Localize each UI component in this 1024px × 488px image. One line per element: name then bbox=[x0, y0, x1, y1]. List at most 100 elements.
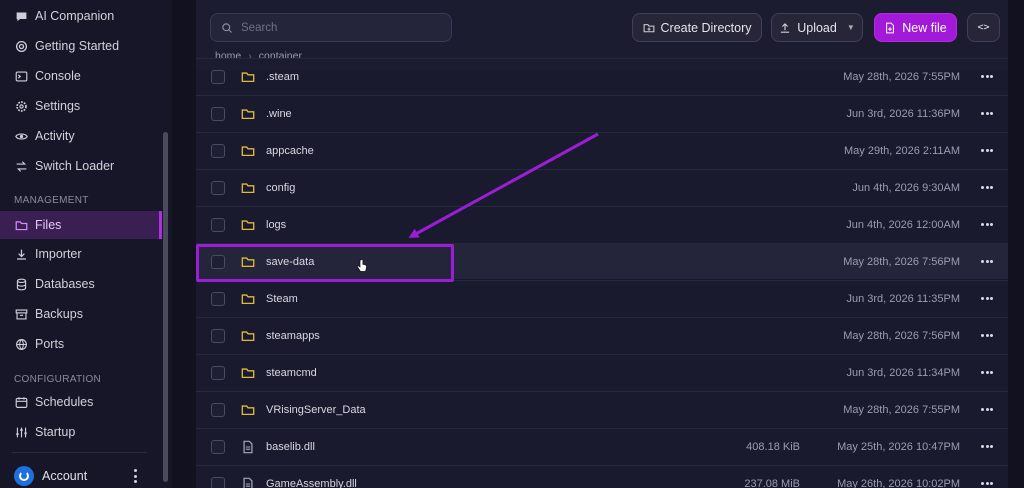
row-checkbox[interactable] bbox=[211, 365, 225, 380]
file-modified-date: May 28th, 2026 7:56PM bbox=[843, 329, 960, 342]
sidebar-item-backups[interactable]: Backups bbox=[0, 300, 162, 328]
folder-icon bbox=[241, 144, 255, 158]
sidebar-item-schedules[interactable]: Schedules bbox=[0, 388, 162, 416]
file-name[interactable]: .steam bbox=[266, 71, 299, 83]
file-modified-date: May 28th, 2026 7:55PM bbox=[843, 403, 960, 416]
table-row[interactable]: .wine Jun 3rd, 2026 11:36PM bbox=[196, 95, 1008, 131]
row-checkbox[interactable] bbox=[211, 254, 225, 269]
row-checkbox[interactable] bbox=[211, 402, 225, 417]
file-name[interactable]: save-data bbox=[266, 256, 314, 268]
row-checkbox[interactable] bbox=[211, 476, 225, 488]
file-name[interactable]: config bbox=[266, 182, 295, 194]
more-options-icon[interactable] bbox=[981, 481, 993, 487]
folder-icon bbox=[241, 107, 255, 121]
create-directory-button[interactable]: Create Directory bbox=[632, 13, 762, 42]
sidebar-item-importer[interactable]: Importer bbox=[0, 240, 162, 268]
more-options-icon[interactable] bbox=[981, 333, 993, 339]
more-options-icon[interactable] bbox=[981, 444, 993, 450]
more-options-icon[interactable] bbox=[981, 296, 993, 302]
table-row[interactable]: VRisingServer_Data May 28th, 2026 7:55PM bbox=[196, 391, 1008, 427]
upload-button[interactable]: Upload ▼ bbox=[771, 13, 863, 42]
more-options-icon[interactable] bbox=[981, 222, 993, 228]
sidebar-item-label: AI Companion bbox=[35, 9, 115, 23]
file-name[interactable]: steamapps bbox=[266, 330, 320, 342]
file-modified-date: May 26th, 2026 10:02PM bbox=[837, 477, 960, 488]
search-icon bbox=[222, 22, 232, 33]
file-name[interactable]: baselib.dll bbox=[266, 441, 315, 453]
table-row[interactable]: appcache May 29th, 2026 2:11AM bbox=[196, 132, 1008, 168]
file-modified-date: May 28th, 2026 7:56PM bbox=[843, 255, 960, 268]
table-row[interactable]: config Jun 4th, 2026 9:30AM bbox=[196, 169, 1008, 205]
row-checkbox[interactable] bbox=[211, 106, 225, 121]
sidebar-item-startup[interactable]: Startup bbox=[0, 418, 162, 446]
calendar-icon bbox=[14, 395, 28, 409]
folder-icon bbox=[241, 255, 255, 269]
sidebar-item-activity[interactable]: Activity bbox=[0, 122, 162, 150]
file-name[interactable]: logs bbox=[266, 219, 286, 231]
section-management: MANAGEMENT bbox=[14, 195, 89, 206]
row-checkbox[interactable] bbox=[211, 439, 225, 454]
table-row[interactable]: logs Jun 4th, 2026 12:00AM bbox=[196, 206, 1008, 242]
folder-icon bbox=[241, 366, 255, 380]
row-checkbox[interactable] bbox=[211, 69, 225, 84]
file-modified-date: May 25th, 2026 10:47PM bbox=[837, 440, 960, 453]
file-name[interactable]: Steam bbox=[266, 293, 298, 305]
row-checkbox[interactable] bbox=[211, 217, 225, 232]
file-name[interactable]: VRisingServer_Data bbox=[266, 404, 366, 416]
sidebar-item-ports[interactable]: Ports bbox=[0, 330, 162, 358]
file-name[interactable]: steamcmd bbox=[266, 367, 317, 379]
database-icon bbox=[14, 277, 28, 291]
sidebar-item-files[interactable]: Files bbox=[0, 211, 162, 239]
file-name[interactable]: GameAssembly.dll bbox=[266, 478, 357, 488]
more-options-icon[interactable] bbox=[981, 370, 993, 376]
folder-icon bbox=[14, 218, 28, 232]
sidebar-item-label: Startup bbox=[35, 425, 76, 439]
folder-icon bbox=[241, 70, 255, 84]
sidebar-item-settings[interactable]: Settings bbox=[0, 92, 162, 120]
sidebar-item-label: Databases bbox=[35, 277, 95, 291]
sidebar-scrollbar[interactable] bbox=[163, 132, 168, 482]
row-checkbox[interactable] bbox=[211, 291, 225, 306]
table-row[interactable]: Steam Jun 3rd, 2026 11:35PM bbox=[196, 280, 1008, 316]
file-name[interactable]: appcache bbox=[266, 145, 314, 157]
row-checkbox[interactable] bbox=[211, 328, 225, 343]
account-menu-icon[interactable] bbox=[131, 469, 139, 483]
search-box[interactable] bbox=[210, 13, 452, 42]
file-name[interactable]: .wine bbox=[266, 108, 292, 120]
sidebar-item-label: Ports bbox=[35, 337, 65, 351]
more-options-icon[interactable] bbox=[981, 259, 993, 265]
more-options-icon[interactable] bbox=[981, 407, 993, 413]
sidebar-item-ai-companion[interactable]: AI Companion bbox=[0, 2, 162, 30]
sidebar-item-getting-started[interactable]: Getting Started bbox=[0, 32, 162, 60]
row-checkbox[interactable] bbox=[211, 180, 225, 195]
more-options-icon[interactable] bbox=[981, 111, 993, 117]
section-configuration: CONFIGURATION bbox=[14, 374, 102, 385]
account-button[interactable]: Account bbox=[14, 465, 87, 487]
more-options-icon[interactable] bbox=[981, 74, 993, 80]
table-row[interactable]: steamcmd Jun 3rd, 2026 11:34PM bbox=[196, 354, 1008, 390]
table-row[interactable]: .steam May 28th, 2026 7:55PM bbox=[196, 58, 1008, 94]
sidebar-divider bbox=[12, 452, 147, 453]
sidebar-item-console[interactable]: Console bbox=[0, 62, 162, 90]
new-file-label: New file bbox=[902, 20, 947, 35]
table-row[interactable]: GameAssembly.dll 237.08 MiB May 26th, 2026… bbox=[196, 465, 1008, 488]
sliders-icon bbox=[14, 425, 28, 439]
sidebar-item-databases[interactable]: Databases bbox=[0, 270, 162, 298]
upload-label: Upload bbox=[797, 20, 837, 35]
sidebar-item-switch-loader[interactable]: Switch Loader bbox=[0, 152, 162, 180]
new-file-button[interactable]: New file bbox=[874, 13, 957, 42]
lifebuoy-icon bbox=[14, 39, 28, 53]
code-view-button[interactable]: <> bbox=[967, 13, 1000, 42]
swap-icon bbox=[14, 159, 28, 173]
row-checkbox[interactable] bbox=[211, 143, 225, 158]
chevron-down-icon: ▼ bbox=[846, 23, 855, 32]
table-row[interactable]: baselib.dll 408.18 KiB May 25th, 2026 10:4… bbox=[196, 428, 1008, 464]
search-input[interactable] bbox=[241, 21, 441, 34]
more-options-icon[interactable] bbox=[981, 148, 993, 154]
create-directory-label: Create Directory bbox=[660, 20, 752, 35]
more-options-icon[interactable] bbox=[981, 185, 993, 191]
table-row[interactable]: save-data May 28th, 2026 7:56PM bbox=[196, 243, 1008, 279]
account-label: Account bbox=[42, 469, 88, 483]
sidebar-item-label: Getting Started bbox=[35, 39, 120, 53]
table-row[interactable]: steamapps May 28th, 2026 7:56PM bbox=[196, 317, 1008, 353]
